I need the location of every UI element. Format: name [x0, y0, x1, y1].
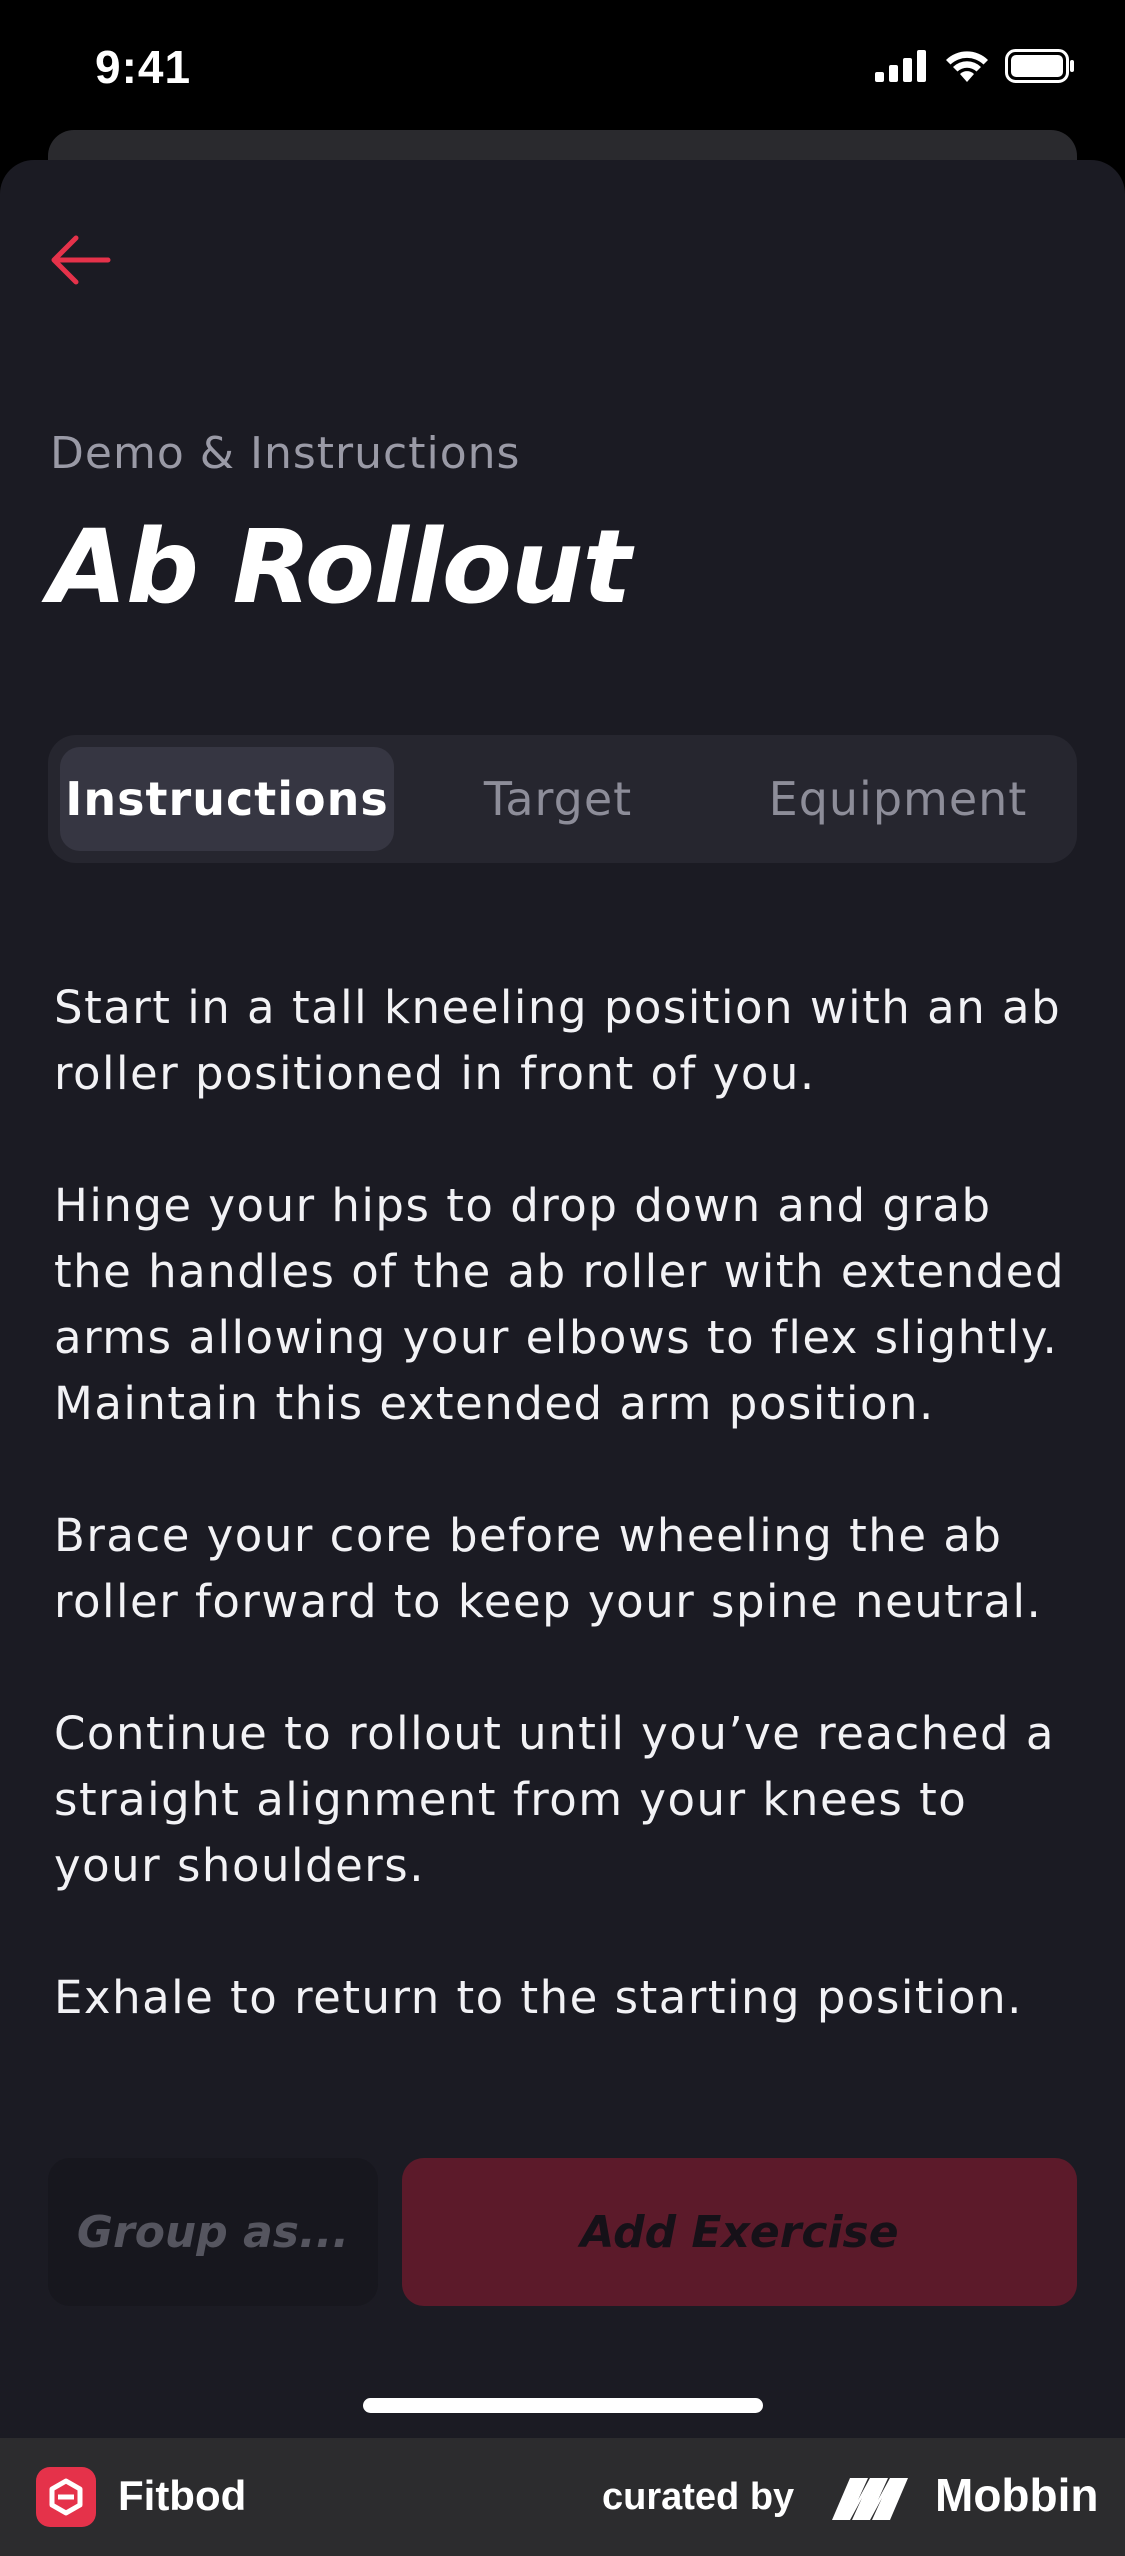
status-icons — [875, 46, 1075, 86]
status-bar: 9:41 — [0, 0, 1125, 135]
wifi-icon — [946, 51, 988, 82]
tab-bar: Instructions Target Equipment — [48, 735, 1077, 863]
curated-by-label: curated by — [602, 2476, 795, 2518]
battery-icon — [1005, 49, 1074, 83]
instruction-paragraph: Start in a tall kneeling position with a… — [54, 981, 1062, 1100]
tab-equipment[interactable]: Equipment — [728, 747, 1068, 851]
home-indicator — [363, 2398, 763, 2413]
exercise-detail-sheet: Demo & Instructions Ab Rollout Instructi… — [0, 160, 1125, 2438]
back-button[interactable] — [40, 220, 120, 300]
tab-instructions[interactable]: Instructions — [60, 747, 394, 851]
instruction-paragraph: Exhale to return to the starting positio… — [54, 1971, 1023, 2024]
instructions-text: Start in a tall kneeling position with a… — [54, 975, 1084, 2097]
tab-target[interactable]: Target — [428, 747, 688, 851]
mobbin-logo-icon — [832, 2478, 908, 2520]
brand-name: Mobbin — [935, 2469, 1099, 2521]
group-as-button[interactable]: Group as... — [48, 2158, 378, 2306]
app-name: Fitbod — [118, 2472, 247, 2519]
status-time: 9:41 — [95, 41, 192, 93]
instruction-paragraph: Continue to rollout until you’ve reached… — [54, 1707, 1055, 1892]
page-title: Ab Rollout — [48, 508, 631, 627]
instruction-paragraph: Brace your core before wheeling the ab r… — [54, 1509, 1043, 1628]
section-eyebrow: Demo & Instructions — [50, 428, 521, 479]
attribution-footer: Fitbod curated by Mobbin — [0, 2438, 1125, 2556]
instruction-paragraph: Hinge your hips to drop down and grab th… — [54, 1179, 1066, 1430]
arrow-left-icon — [51, 235, 111, 285]
cellular-signal-icon — [875, 50, 926, 82]
add-exercise-button[interactable]: Add Exercise — [402, 2158, 1077, 2306]
fitbod-logo-icon — [36, 2467, 96, 2527]
